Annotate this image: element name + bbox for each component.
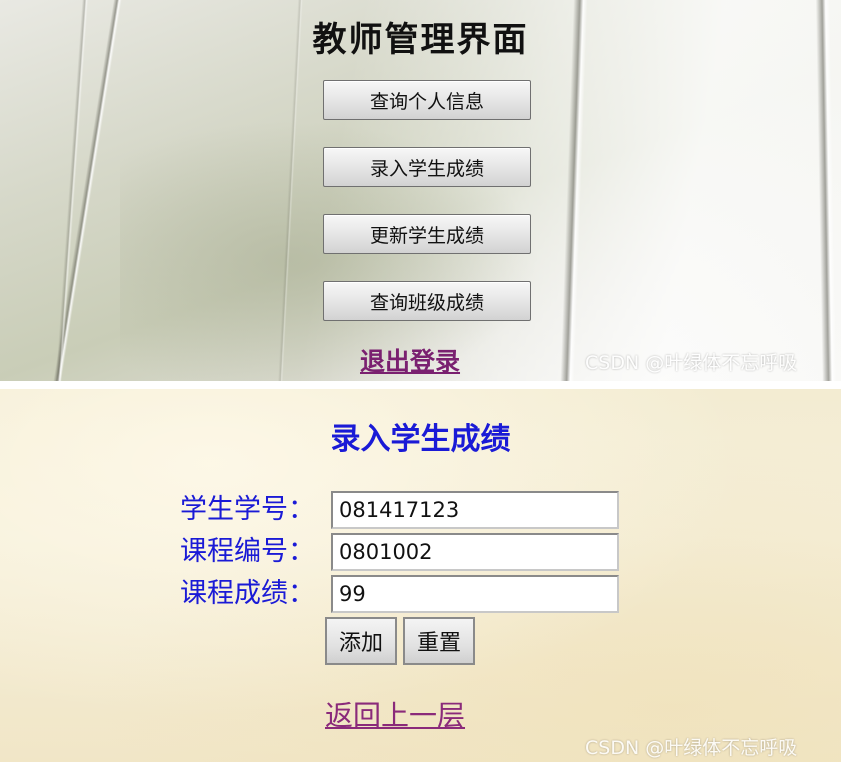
logout-link[interactable]: 退出登录 xyxy=(360,342,460,378)
course-score-label: 课程成绩： xyxy=(180,578,315,609)
teacher-admin-panel: 教师管理界面 查询个人信息 录入学生成绩 更新学生成绩 查询班级成绩 退出登录 … xyxy=(0,0,841,381)
course-id-label: 课程编号： xyxy=(180,536,315,567)
form-title: 录入学生成绩 xyxy=(330,422,511,457)
course-id-input[interactable] xyxy=(331,533,619,571)
student-id-label: 学生学号： xyxy=(180,494,315,525)
reset-button[interactable]: 重置 xyxy=(403,617,475,665)
student-id-input[interactable] xyxy=(331,491,619,529)
back-link[interactable]: 返回上一层 xyxy=(325,694,465,734)
score-entry-panel: 录入学生成绩 学生学号： 课程编号： 课程成绩： 添加 重置 返回上一层 xyxy=(0,389,841,762)
query-personal-info-button[interactable]: 查询个人信息 xyxy=(323,80,531,120)
query-class-scores-button[interactable]: 查询班级成绩 xyxy=(323,281,531,321)
course-score-input[interactable] xyxy=(331,575,619,613)
add-button[interactable]: 添加 xyxy=(325,617,397,665)
page-title: 教师管理界面 xyxy=(312,20,529,60)
panel-divider xyxy=(0,381,841,389)
watermark: CSDN @叶绿体不忘呼吸 xyxy=(585,352,798,374)
update-student-scores-button[interactable]: 更新学生成绩 xyxy=(323,214,531,254)
watermark: CSDN @叶绿体不忘呼吸 xyxy=(585,737,798,759)
enter-student-scores-button[interactable]: 录入学生成绩 xyxy=(323,147,531,187)
